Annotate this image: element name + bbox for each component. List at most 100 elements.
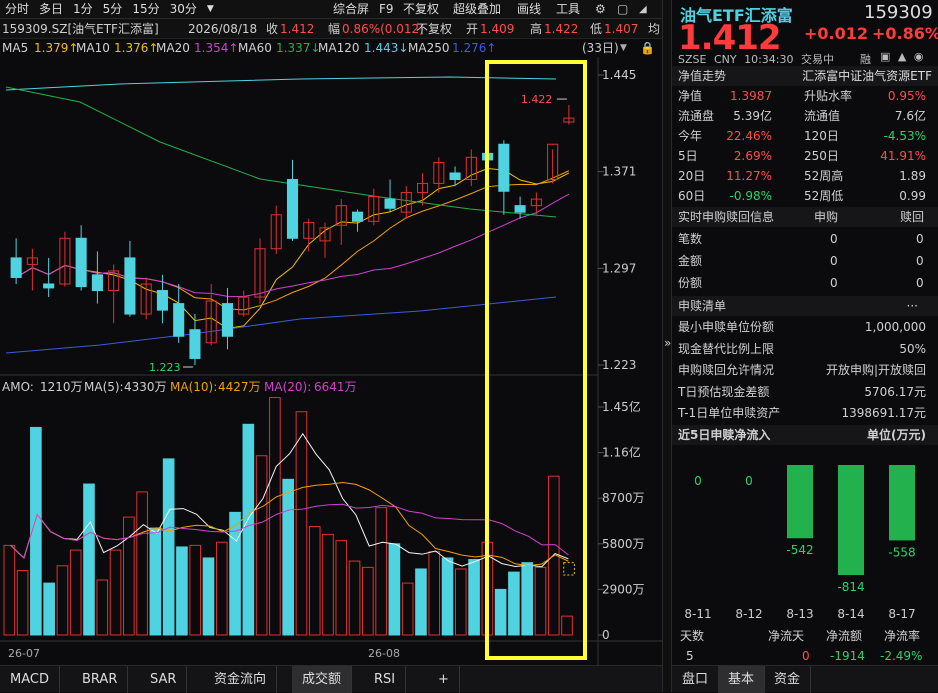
tab-brar[interactable]: BRAR	[72, 666, 129, 693]
tab-capital[interactable]: 资金	[764, 666, 812, 693]
candle-body	[10, 257, 22, 278]
summary-rate: -2.49%	[880, 649, 923, 663]
stat-label: 流通盘	[678, 109, 715, 123]
price-tick-label: 1.223	[602, 358, 636, 372]
volume-bar	[441, 557, 454, 636]
list-value: 开放申购|开放赎回	[825, 363, 926, 377]
list-header: 申赎清单 ···	[672, 296, 938, 316]
tab-overlay[interactable]: 超级叠加	[448, 0, 506, 19]
list-row: 申购赎回允许情况 开放申购|开放赎回	[672, 360, 938, 380]
quote-time: 10:34:30	[744, 53, 794, 66]
price-tick-label: 1.371	[602, 165, 636, 179]
tab-turnover[interactable]: 成交额	[292, 666, 353, 693]
volume-bar	[136, 491, 148, 636]
volume-bar	[521, 562, 534, 636]
market-info: SZSE CNY 10:34:30 交易中	[678, 51, 834, 67]
tab-30min[interactable]: 30分	[165, 0, 202, 19]
tab-macd[interactable]: MACD	[0, 666, 60, 693]
candle-body	[75, 237, 87, 288]
tab-15min[interactable]: 15分	[127, 0, 164, 19]
realtime-label: 份额	[678, 276, 703, 290]
tab-rsi[interactable]: RSI	[364, 666, 407, 693]
tab-5min[interactable]: 5分	[98, 0, 128, 19]
list-value: 1,000,000	[864, 320, 926, 334]
volume-bar	[162, 458, 175, 636]
stat-label: 52周高	[804, 169, 844, 183]
high-value: 1.422	[544, 22, 579, 36]
tab-f9[interactable]: F9	[374, 0, 399, 19]
tab-noadjust[interactable]: 不复权	[398, 0, 444, 19]
volume-bar	[295, 411, 308, 636]
candle-body	[498, 143, 510, 192]
volume-bar	[454, 568, 467, 636]
ma120-value: 1.443↓	[364, 41, 409, 55]
list-value: 50%	[899, 341, 926, 356]
tab-sar[interactable]: SAR	[140, 666, 188, 693]
volume-tick-label: 2900万	[602, 582, 645, 596]
flow-bar-chart: 0 8-11 0 8-12 -542 8-13 -814 8-14 -558 8-17	[684, 465, 916, 621]
stat-value: 22.46%	[726, 129, 772, 143]
summary-days: 5	[686, 649, 694, 663]
volume-bar	[362, 566, 374, 636]
flow-value: -542	[786, 543, 813, 557]
tab-multiday[interactable]: 多日	[34, 0, 68, 19]
realtime-row: 笔数 0 0	[672, 229, 938, 249]
stat-value: 1.3987	[730, 89, 772, 103]
quote-header: 159309.SZ[油气ETF汇添富] 2026/08/18 收 1.412 幅…	[0, 19, 662, 39]
ma20-value: 1.354↑	[194, 41, 239, 55]
summary-inflow-days: 0	[802, 649, 810, 663]
more-icon[interactable]: ···	[907, 296, 918, 316]
realtime-row: 份额 0 0	[672, 273, 938, 293]
right-tabbar: 盘口 基本 资金	[672, 665, 938, 693]
min-price-label: 1.223	[149, 361, 181, 374]
volume-bar	[215, 541, 228, 636]
volume-bar	[322, 533, 334, 636]
change-label: 幅	[328, 22, 341, 36]
avg-label: 均	[648, 22, 661, 36]
volume-bar	[176, 546, 188, 636]
volume-bar	[69, 549, 82, 636]
market: SZSE	[678, 53, 707, 66]
period-dropdown-icon[interactable]: ▼	[202, 0, 219, 19]
volume-tick-label: 8700万	[602, 491, 645, 505]
ma120-label: MA120	[318, 41, 360, 55]
stat-value: -4.53%	[883, 129, 926, 143]
ma20-label: MA20	[156, 41, 190, 55]
realtime-col-redeem: 赎回	[900, 210, 925, 224]
gear-icon[interactable]: ⚙	[590, 0, 611, 19]
ma120-line	[5, 76, 557, 91]
summary-amount: -1914	[830, 649, 865, 663]
lock-icon[interactable]: 🔒	[640, 39, 655, 57]
resize-icon[interactable]: ◢	[634, 0, 652, 19]
volume-bar	[149, 527, 162, 636]
volume-bar	[96, 579, 109, 636]
period-count[interactable]: (33日)	[582, 39, 619, 57]
tab-draw[interactable]: 画线	[512, 0, 546, 19]
volume-bar	[561, 615, 573, 636]
amo-ma10-label: MA(10):	[170, 380, 218, 394]
stat-label: 120日	[804, 129, 839, 143]
volume-tick-label: 5800万	[602, 537, 645, 551]
period-dropdown-icon[interactable]: ▼	[620, 39, 627, 57]
window-icon[interactable]: ▢	[612, 0, 633, 19]
tab-basic[interactable]: 基本	[718, 666, 766, 693]
tab-composite[interactable]: 综合屏	[328, 0, 374, 19]
candle-body	[514, 205, 526, 213]
collapse-arrow-icon[interactable]: »	[664, 336, 671, 350]
add-indicator-button[interactable]: +	[428, 666, 460, 693]
nav-header[interactable]: 净值走势 汇添富中证油气资源ETF	[672, 66, 938, 86]
stat-label: 20日	[678, 169, 706, 183]
amo-label: AMO:	[2, 380, 34, 394]
kline-chart[interactable]: 1.422 1.223 1.445 1.371 1.297 1.223 1.45亿 1.16亿…	[0, 57, 662, 665]
tab-fundflow[interactable]: 资金流向	[204, 666, 278, 693]
price-change-pct: +0.86%	[872, 24, 938, 43]
flow-value: 0	[745, 474, 753, 488]
tab-tools[interactable]: 工具	[551, 0, 585, 19]
tab-fenshi[interactable]: 分时	[0, 0, 34, 19]
high-label: 高	[530, 22, 543, 36]
stat-value: 0.95%	[887, 89, 926, 103]
tab-1min[interactable]: 1分	[68, 0, 98, 19]
volume-bar	[415, 568, 427, 636]
panel-divider[interactable]: »	[662, 0, 672, 692]
tab-orderbook[interactable]: 盘口	[672, 666, 720, 693]
